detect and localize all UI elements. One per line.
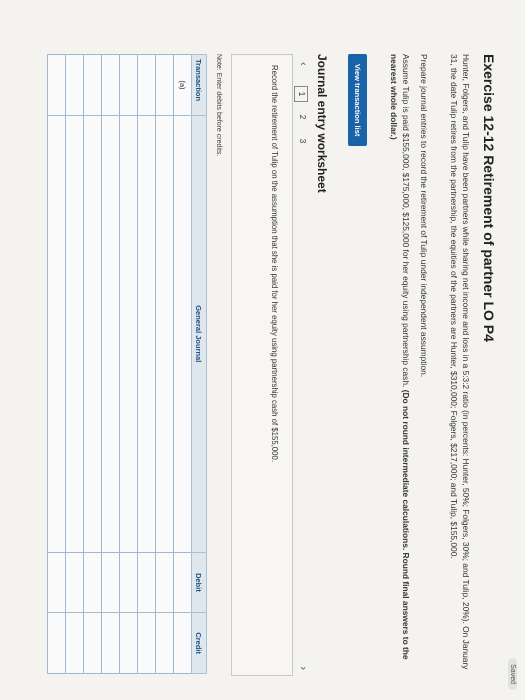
table-row: (a) [173, 54, 192, 674]
exercise-title: Exercise 12-12 Retirement of partner LO … [481, 54, 497, 342]
table-row [83, 54, 102, 674]
table-row [119, 54, 138, 674]
general-journal-cell[interactable] [83, 115, 102, 553]
view-transaction-list-button[interactable]: View transaction list [348, 54, 367, 147]
general-journal-cell[interactable] [137, 115, 156, 553]
worksheet-title: Journal entry worksheet [315, 54, 329, 193]
problem-paragraph: Hunter, Folgers, and Tulip have been par… [449, 54, 472, 670]
transaction-cell: (a) [173, 54, 192, 116]
table-header-row: Transaction General Journal Debit Credit [191, 54, 207, 674]
transaction-cell [155, 54, 174, 116]
general-journal-cell[interactable] [101, 115, 120, 553]
table-row [65, 54, 84, 674]
credit-cell[interactable] [83, 612, 102, 674]
header-general-journal: General Journal [191, 115, 207, 553]
table-row [155, 54, 174, 674]
transaction-cell [101, 54, 120, 116]
credit-cell[interactable] [155, 612, 174, 674]
transaction-cell [47, 54, 66, 116]
task-instruction: Record the retirement of Tulip on the as… [270, 65, 279, 463]
general-journal-cell[interactable] [119, 115, 138, 553]
credit-cell[interactable] [101, 612, 120, 674]
chevron-right-icon[interactable]: › [297, 666, 309, 670]
credit-cell[interactable] [137, 612, 156, 674]
step-1[interactable]: 1 [294, 86, 308, 102]
journal-table: Transaction General Journal Debit Credit… [47, 54, 207, 674]
chevron-left-icon[interactable]: ‹ [297, 62, 309, 66]
header-credit: Credit [191, 612, 207, 674]
page-canvas: Saved Exercise 12-12 Retirement of partn… [0, 0, 525, 700]
table-row [137, 54, 156, 674]
header-transaction: Transaction [191, 54, 207, 116]
task-box: Record the retirement of Tulip on the as… [231, 54, 293, 676]
debit-cell[interactable] [83, 552, 102, 613]
step-3[interactable]: 3 [295, 134, 307, 148]
table-row [47, 54, 66, 674]
transaction-cell [119, 54, 138, 116]
credit-cell[interactable] [119, 612, 138, 674]
assumption-paragraph: Assume Tulip is paid $155,000, $175,000,… [388, 54, 412, 674]
debit-cell[interactable] [173, 552, 192, 613]
transaction-cell [137, 54, 156, 116]
worksheet-navigation: ‹ 1 2 3 › [294, 54, 309, 674]
note-text: Note: Enter debits before credits. [215, 54, 222, 157]
step-2[interactable]: 2 [295, 110, 307, 124]
saved-status: Saved [508, 658, 517, 690]
debit-cell[interactable] [47, 552, 66, 613]
table-row [101, 54, 120, 674]
general-journal-cell[interactable] [47, 115, 66, 553]
credit-cell[interactable] [65, 612, 84, 674]
debit-cell[interactable] [101, 552, 120, 613]
credit-cell[interactable] [47, 612, 66, 674]
transaction-cell [83, 54, 102, 116]
transaction-cell [65, 54, 84, 116]
general-journal-cell[interactable] [155, 115, 174, 553]
general-journal-cell[interactable] [65, 115, 84, 553]
credit-cell[interactable] [173, 612, 192, 674]
header-debit: Debit [191, 552, 207, 613]
debit-cell[interactable] [137, 552, 156, 613]
instruction-paragraph: Prepare journal entries to record the re… [419, 54, 429, 378]
assumption-text: Assume Tulip is paid $155,000, $175,000,… [401, 54, 411, 388]
debit-cell[interactable] [119, 552, 138, 613]
debit-cell[interactable] [65, 552, 84, 613]
general-journal-cell[interactable] [173, 115, 192, 553]
debit-cell[interactable] [155, 552, 174, 613]
